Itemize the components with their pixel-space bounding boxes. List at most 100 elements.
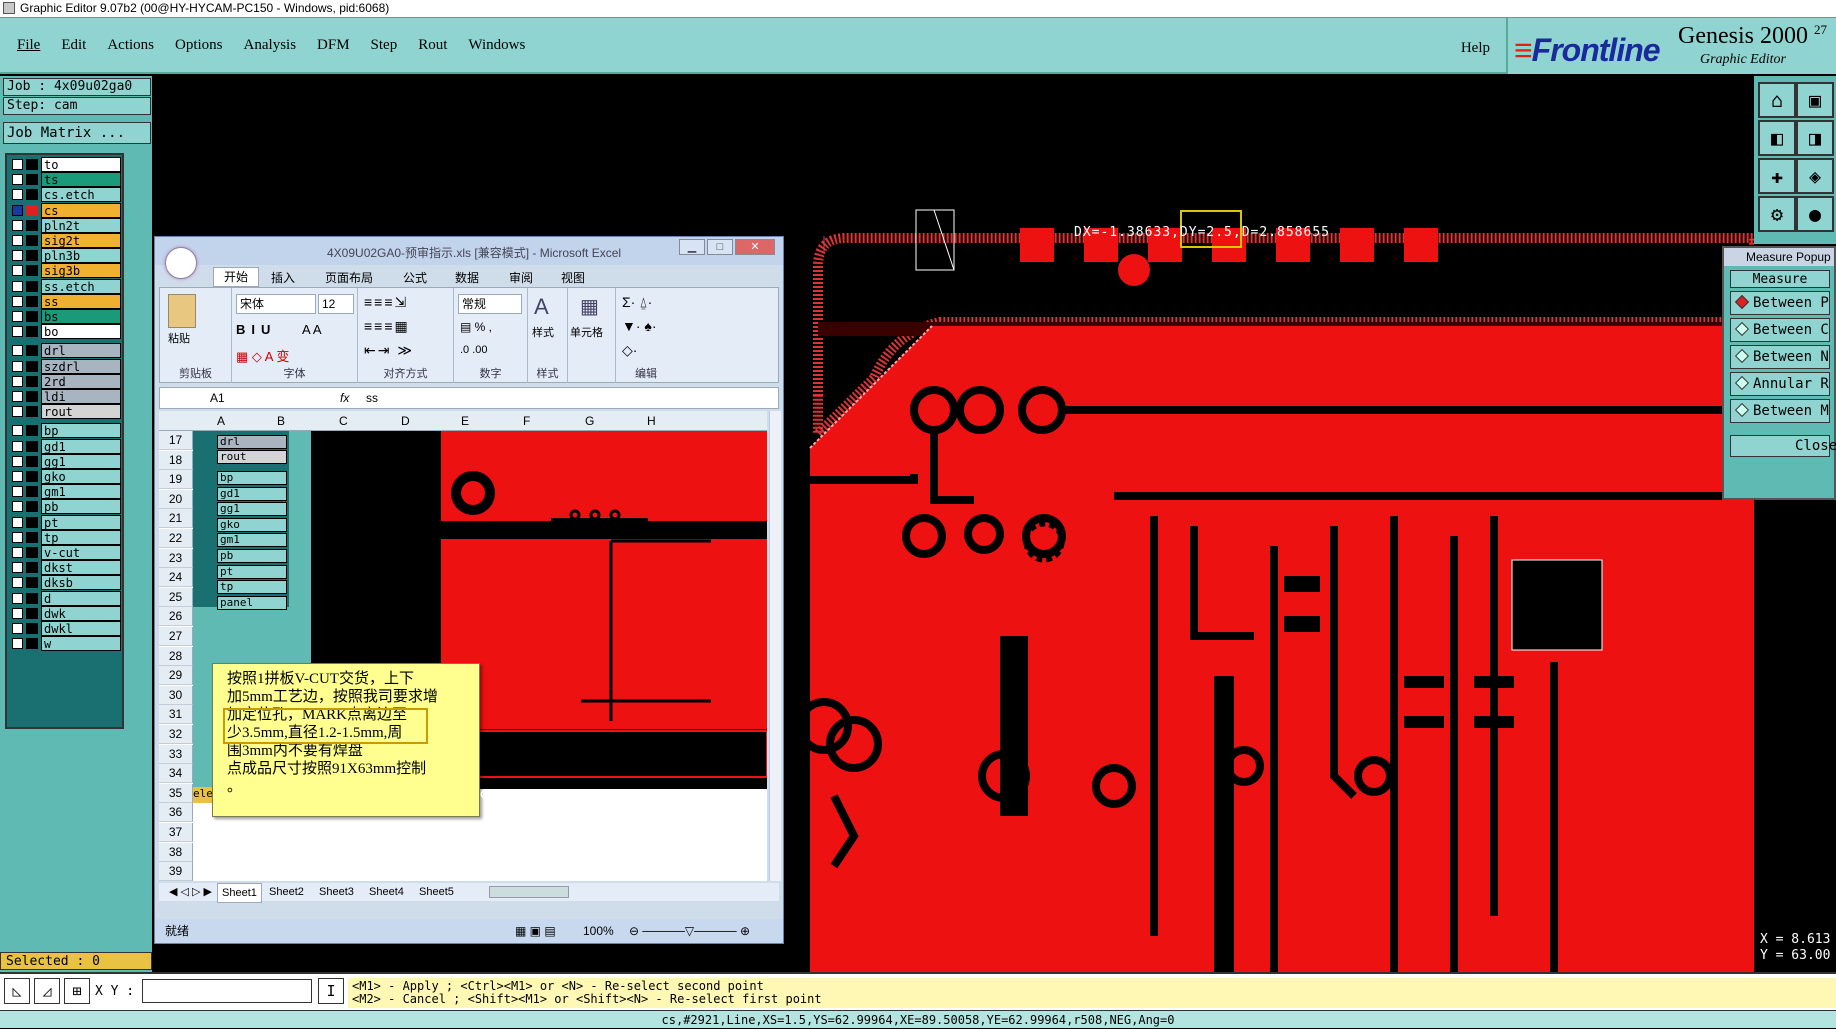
layer-row-pb[interactable]: pb: [9, 499, 122, 515]
tab-insert[interactable]: 插入: [271, 269, 295, 286]
layer-checkbox[interactable]: [12, 219, 23, 231]
layer-name[interactable]: v-cut: [41, 545, 121, 560]
row-header[interactable]: 23: [159, 548, 193, 568]
measure-tool-icon[interactable]: ●: [1796, 196, 1834, 232]
zoom-home-icon[interactable]: ⌂: [1758, 82, 1796, 118]
review-note-comment[interactable]: 按照1拼板V-CUT交货，上下 加5mm工艺边，按照我司要求增 加定位孔，MAR…: [212, 663, 480, 817]
layer-name[interactable]: pln2t: [41, 217, 121, 233]
menu-windows[interactable]: Windows: [464, 35, 529, 56]
layer-checkbox[interactable]: [12, 531, 23, 543]
layer-name[interactable]: dwk: [41, 605, 121, 621]
col-a[interactable]: A: [217, 414, 225, 428]
menu-edit[interactable]: Edit: [57, 35, 90, 56]
col-b[interactable]: B: [277, 414, 285, 428]
font-size-box[interactable]: 12: [318, 294, 354, 314]
layer-row-ss.etch[interactable]: ss.etch: [9, 278, 122, 294]
layer-checkbox[interactable]: [12, 204, 23, 216]
measure-between-mid[interactable]: Between Mi: [1730, 399, 1830, 423]
sheet-tab-5[interactable]: Sheet5: [415, 883, 458, 901]
layer-name[interactable]: pln3b: [41, 248, 121, 264]
layer-name[interactable]: w: [41, 636, 121, 652]
menu-step[interactable]: Step: [367, 35, 402, 56]
layer-row-ldi[interactable]: ldi: [9, 389, 122, 404]
col-c[interactable]: C: [339, 414, 348, 428]
row-header[interactable]: 25: [159, 587, 193, 607]
row-header[interactable]: 27: [159, 627, 193, 646]
pan-left-icon[interactable]: ◧: [1758, 120, 1796, 156]
layer-checkbox[interactable]: [12, 189, 23, 201]
cells-label[interactable]: 单元格: [570, 324, 603, 340]
sheet-tab-4[interactable]: Sheet4: [365, 883, 408, 901]
tab-home[interactable]: 开始: [213, 267, 260, 287]
layer-name[interactable]: gko: [41, 469, 121, 484]
layer-row-gm1[interactable]: gm1: [9, 484, 122, 500]
col-e[interactable]: E: [461, 414, 469, 428]
layer-checkbox[interactable]: [12, 486, 23, 498]
layer-checkbox[interactable]: [12, 607, 23, 619]
layer-row-cs[interactable]: cs: [9, 202, 122, 218]
layer-checkbox[interactable]: [12, 235, 23, 246]
layer-checkbox[interactable]: [12, 562, 23, 574]
layer-name[interactable]: to: [41, 157, 121, 172]
bold-italic-underline-icons[interactable]: BIU: [236, 322, 276, 337]
layer-name[interactable]: bp: [41, 423, 121, 439]
layer-row-dkst[interactable]: dkst: [9, 560, 122, 576]
select-mode-icon[interactable]: ◺: [4, 978, 30, 1004]
layer-name[interactable]: gd1: [41, 438, 121, 454]
layer-checkbox[interactable]: [12, 592, 23, 604]
layer-checkbox[interactable]: [12, 174, 23, 186]
col-f[interactable]: F: [523, 414, 530, 428]
zoom-slider[interactable]: ⊖ ─────▽───── ⊕: [629, 919, 750, 943]
vertical-scrollbar[interactable]: [769, 411, 781, 881]
row-header[interactable]: 39: [159, 862, 193, 881]
decimal-icon[interactable]: .0 .00: [460, 344, 488, 356]
row-header[interactable]: 31: [159, 705, 193, 725]
align-icons[interactable]: ≡≡≡⇲: [364, 294, 408, 311]
row-header[interactable]: 22: [159, 529, 193, 548]
layer-checkbox[interactable]: [12, 623, 23, 634]
layer-name[interactable]: cs: [41, 202, 121, 218]
sheet-nav-icon[interactable]: ◀ ◁ ▷ ▶: [165, 883, 216, 901]
layer-row-szdrl[interactable]: szdrl: [9, 358, 122, 374]
layer-name[interactable]: bs: [41, 309, 121, 324]
text-cursor-icon[interactable]: I: [318, 978, 344, 1004]
layer-name[interactable]: d: [41, 590, 121, 606]
paste-icon[interactable]: [168, 294, 196, 328]
layer-checkbox[interactable]: [12, 638, 23, 650]
layer-row-cs.etch[interactable]: cs.etch: [9, 187, 122, 203]
layer-row-bp[interactable]: bp: [9, 423, 122, 439]
row-header[interactable]: 29: [159, 666, 193, 686]
layer-name[interactable]: drl: [41, 343, 121, 359]
cells-icon[interactable]: ▦: [580, 294, 599, 319]
row-header[interactable]: 33: [159, 744, 193, 764]
layer-row-drl[interactable]: drl: [9, 343, 122, 359]
pan-right-icon[interactable]: ◨: [1796, 120, 1834, 156]
layer-name[interactable]: dkst: [41, 560, 121, 576]
font-name-box[interactable]: 宋体: [236, 294, 316, 314]
layer-row-gd1[interactable]: gd1: [9, 438, 122, 454]
layer-checkbox[interactable]: [12, 501, 23, 513]
layer-checkbox[interactable]: [12, 345, 23, 357]
layer-checkbox[interactable]: [12, 159, 23, 170]
minimize-button[interactable]: ▁: [679, 239, 705, 255]
layer-name[interactable]: dksb: [41, 575, 121, 591]
sum-icon[interactable]: Σ· ⍙·: [622, 294, 652, 311]
layer-row-pln2t[interactable]: pln2t: [9, 217, 122, 233]
layer-row-tp[interactable]: tp: [9, 529, 122, 545]
layer-row-pln3b[interactable]: pln3b: [9, 248, 122, 264]
layer-row-sig3b[interactable]: sig3b: [9, 263, 122, 279]
number-format-box[interactable]: 常规: [458, 294, 522, 314]
row-header[interactable]: 20: [159, 489, 193, 509]
layer-checkbox[interactable]: [12, 265, 23, 277]
layer-checkbox[interactable]: [12, 360, 23, 372]
layer-row-bs[interactable]: bs: [9, 309, 122, 324]
menu-file[interactable]: File: [13, 35, 44, 56]
row-header[interactable]: 28: [159, 646, 193, 666]
job-matrix-button[interactable]: Job Matrix ...: [3, 122, 151, 144]
layer-name[interactable]: cs.etch: [41, 187, 121, 203]
row-header[interactable]: 32: [159, 725, 193, 744]
row-header[interactable]: 30: [159, 685, 193, 705]
layer-row-gko[interactable]: gko: [9, 469, 122, 484]
layer-checkbox[interactable]: [12, 577, 23, 589]
layer-row-bo[interactable]: bo: [9, 324, 122, 340]
